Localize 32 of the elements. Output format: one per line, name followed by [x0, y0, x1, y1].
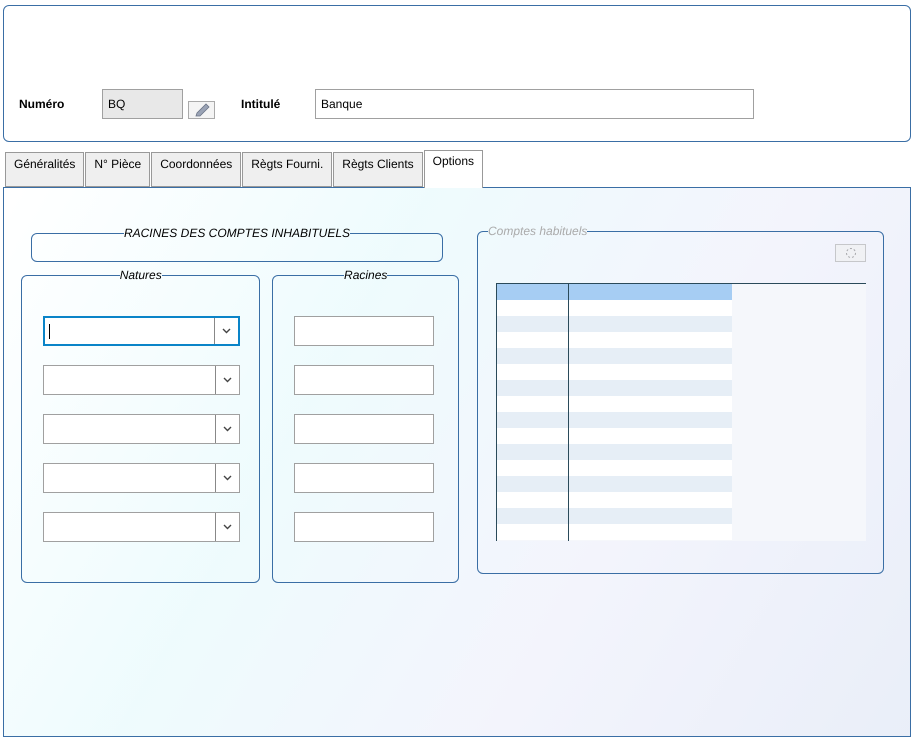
tab[interactable]: Options	[424, 150, 484, 188]
pencil-icon	[194, 102, 210, 116]
chevron-down-icon	[223, 524, 232, 530]
intitule-label: Intitulé	[241, 96, 282, 110]
group-title: RACINES DES COMPTES INHABITUELS	[124, 226, 350, 240]
group-title: Comptes habituels	[488, 224, 588, 238]
group-title: Natures	[120, 268, 162, 282]
group-title: Racines	[344, 268, 388, 282]
tab[interactable]: Règts Fourni.	[242, 152, 332, 187]
dashed-circle-icon	[844, 247, 856, 259]
tab[interactable]: Coordonnées	[151, 152, 242, 187]
nature-combobox[interactable]	[43, 463, 240, 493]
nature-combobox[interactable]	[43, 316, 240, 346]
tab[interactable]: Généralités	[5, 152, 84, 187]
nature-combobox[interactable]	[43, 414, 240, 444]
edit-button[interactable]	[188, 100, 215, 118]
nature-combobox[interactable]	[43, 365, 240, 395]
tab[interactable]: N° Pièce	[85, 152, 150, 187]
intitule-field[interactable]: Banque	[315, 88, 754, 118]
racine-field[interactable]	[294, 316, 434, 346]
chevron-down-icon	[223, 426, 232, 432]
numero-label: Numéro	[19, 96, 66, 110]
numero-field[interactable]: BQ	[102, 88, 183, 118]
chevron-down-icon	[223, 475, 232, 481]
racine-field[interactable]	[294, 512, 434, 542]
racine-field[interactable]	[294, 365, 434, 395]
racine-field[interactable]	[294, 463, 434, 493]
tab[interactable]: Règts Clients	[333, 152, 423, 187]
chevron-down-icon	[222, 328, 231, 334]
racine-field[interactable]	[294, 414, 434, 444]
nature-combobox[interactable]	[43, 512, 240, 542]
chevron-down-icon	[223, 377, 232, 383]
